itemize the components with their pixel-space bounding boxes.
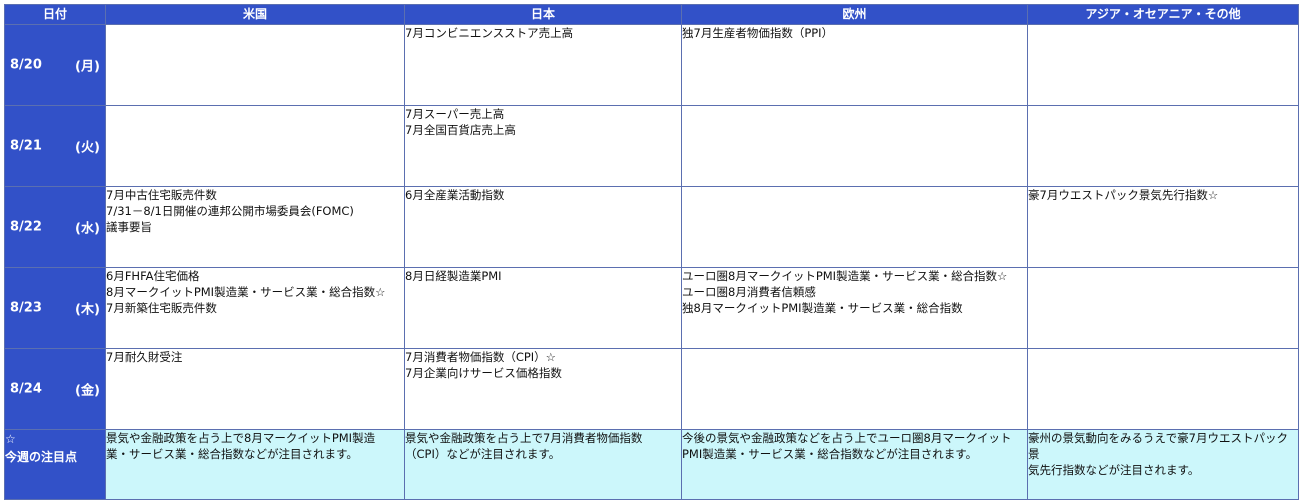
event-item: 7月コンビニエンスストア売上高 [405,26,574,40]
weekday-label: (水) [75,221,100,237]
date-cell: 8/23 (木) [4,267,106,349]
event-item: 豪7月ウエストパック景気先行指数☆ [1028,188,1219,202]
note-line: 豪州の景気動向をみるうえで豪7月ウエストパック景 [1028,431,1288,461]
note-europe: 今後の景気や金融政策などを占う上でユーロ圏8月マークイット PMI製造業・サービ… [681,429,1028,500]
event-item: 7月新築住宅販売件数 [106,301,217,315]
note-line: 今後の景気や金融政策などを占う上でユーロ圏8月マークイット [682,431,1012,445]
event-cell-europe [681,348,1028,430]
date-label: 8/22 [10,219,42,235]
weekday-label: (火) [75,140,100,156]
weekly-highlight-row: ☆ 今週の注目点 景気や金融政策を占う上で8月マークイットPMI製造 業・サービ… [4,429,1299,500]
header-us: 米国 [105,4,405,25]
note-line: 景気や金融政策を占う上で8月マークイットPMI製造 [106,431,376,445]
event-item: 7月全国百貨店売上高 [405,123,516,137]
event-cell-asia-oceania-other: 豪7月ウエストパック景気先行指数☆ [1027,186,1299,268]
event-cell-asia-oceania-other [1027,24,1299,106]
economic-calendar-table: 日付 米国 日本 欧州 アジア・オセアニア・その他 8/20 (月) 7月コンビニエ… [4,4,1299,500]
event-cell-us: 7月中古住宅販売件数 7/31－8/1日開催の連邦公開市場委員会(FOMC) 議事要… [105,186,405,268]
event-cell-us [105,105,405,187]
event-cell-europe: 独7月生産者物価指数（PPI） [681,24,1028,106]
event-cell-japan: 7月消費者物価指数（CPI）☆ 7月企業向けサービス価格指数 [404,348,682,430]
weekday-label: (金) [75,383,100,399]
event-item: 8月日経製造業PMI [405,269,502,283]
event-cell-us [105,24,405,106]
weekly-highlight-title: 今週の注目点 [5,450,78,464]
date-cell: 8/24 (金) [4,348,106,430]
header-asia-oceania-other: アジア・オセアニア・その他 [1027,4,1299,25]
date-label: 8/21 [10,138,42,154]
event-cell-asia-oceania-other [1027,267,1299,349]
date-label: 8/23 [10,300,42,316]
note-line: 景気や金融政策を占う上で7月消費者物価指数 [405,431,643,445]
event-item: 6月FHFA住宅価格 [106,269,200,283]
event-item: ユーロ圏8月マークイットPMI製造業・サービス業・総合指数☆ [682,269,1008,283]
note-us: 景気や金融政策を占う上で8月マークイットPMI製造 業・サービス業・総合指数など… [105,429,405,500]
weekday-label: (木) [75,302,100,318]
event-cell-japan: 6月全産業活動指数 [404,186,682,268]
header-japan: 日本 [404,4,682,25]
event-item: 6月全産業活動指数 [405,188,505,202]
date-cell: 8/22 (水) [4,186,106,268]
event-item: ユーロ圏8月消費者信頼感 [682,285,816,299]
star-icon: ☆ [5,432,16,446]
event-cell-japan: 7月コンビニエンスストア売上高 [404,24,682,106]
event-cell-europe [681,186,1028,268]
header-row: 日付 米国 日本 欧州 アジア・オセアニア・その他 [4,4,1299,25]
event-cell-japan: 7月スーパー売上高 7月全国百貨店売上高 [404,105,682,187]
event-cell-asia-oceania-other [1027,348,1299,430]
note-line: 気先行指数などが注目されます。 [1028,463,1200,477]
note-asia-oceania-other: 豪州の景気動向をみるうえで豪7月ウエストパック景 気先行指数などが注目されます。 [1027,429,1299,500]
date-label: 8/20 [10,57,42,73]
day-row: 8/20 (月) 7月コンビニエンスストア売上高 独7月生産者物価指数（PPI） [4,24,1299,106]
event-item: 議事要旨 [106,220,153,234]
event-item: 7月企業向けサービス価格指数 [405,366,562,380]
header-europe: 欧州 [681,4,1028,25]
event-cell-europe: ユーロ圏8月マークイットPMI製造業・サービス業・総合指数☆ ユーロ圏8月消費者信… [681,267,1028,349]
event-item: 7月スーパー売上高 [405,107,505,121]
note-japan: 景気や金融政策を占う上で7月消費者物価指数 （CPI）などが注目されます。 [404,429,682,500]
event-item: 8月マークイットPMI製造業・サービス業・総合指数☆ [106,285,386,299]
event-item: 7月耐久財受注 [106,350,183,364]
event-cell-japan: 8月日経製造業PMI [404,267,682,349]
event-cell-us: 6月FHFA住宅価格 8月マークイットPMI製造業・サービス業・総合指数☆ 7月新築… [105,267,405,349]
event-item: 7月消費者物価指数（CPI）☆ [405,350,556,364]
event-cell-asia-oceania-other [1027,105,1299,187]
day-row: 8/22 (水) 7月中古住宅販売件数 7/31－8/1日開催の連邦公開市場委員会(F… [4,186,1299,268]
weekday-label: (月) [75,59,100,75]
event-cell-us: 7月耐久財受注 [105,348,405,430]
date-cell: 8/21 (火) [4,105,106,187]
calendar-body: 8/20 (月) 7月コンビニエンスストア売上高 独7月生産者物価指数（PPI） 8/2… [4,24,1299,430]
day-row: 8/24 (金) 7月耐久財受注 7月消費者物価指数（CPI）☆ 7月企業向けサービス価… [4,348,1299,430]
weekly-highlight-label: ☆ 今週の注目点 [4,429,106,500]
event-cell-europe [681,105,1028,187]
event-item: 7/31－8/1日開催の連邦公開市場委員会(FOMC) [106,204,354,218]
event-item: 独7月生産者物価指数（PPI） [682,26,834,40]
event-item: 7月中古住宅販売件数 [106,188,217,202]
date-cell: 8/20 (月) [4,24,106,106]
note-line: （CPI）などが注目されます。 [405,447,561,461]
note-line: PMI製造業・サービス業・総合指数などが注目されます。 [682,447,978,461]
event-item: 独8月マークイットPMI製造業・サービス業・総合指数 [682,301,963,315]
date-label: 8/24 [10,381,42,397]
note-line: 業・サービス業・総合指数などが注目されます。 [106,447,358,461]
day-row: 8/21 (火) 7月スーパー売上高 7月全国百貨店売上高 [4,105,1299,187]
header-date: 日付 [4,4,106,25]
day-row: 8/23 (木) 6月FHFA住宅価格 8月マークイットPMI製造業・サービス業・総合… [4,267,1299,349]
